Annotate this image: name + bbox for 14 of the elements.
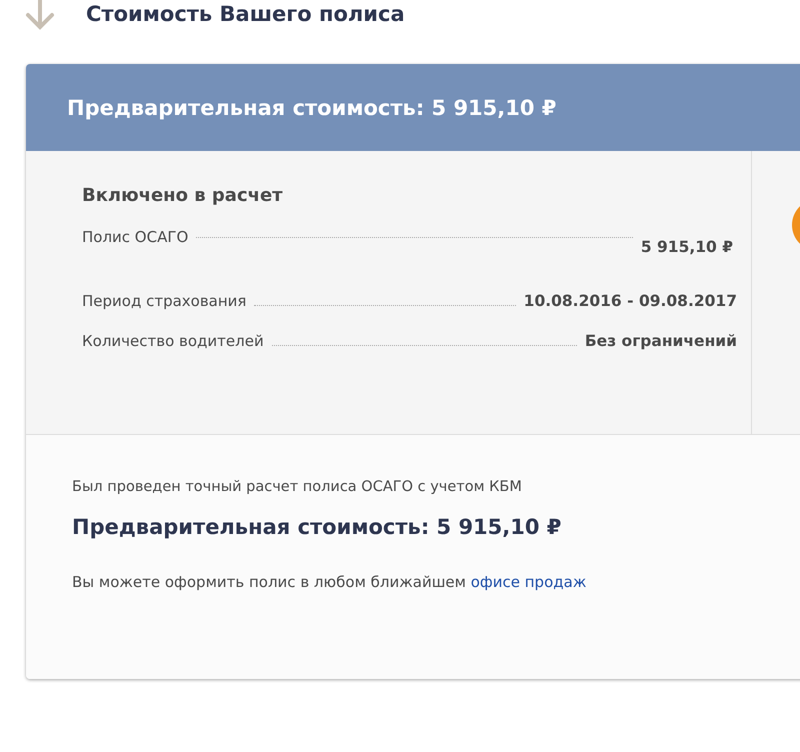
header-price: Предварительная стоимость: 5 915,10 ₽ [67,96,556,120]
row-value: Без ограничений [584,332,737,350]
row-value: 5 915,10 ₽ [640,238,733,256]
row-value: 10.08.2016 - 09.08.2017 [524,292,737,310]
calculation-note: Был проведен точный расчет полиса ОСАГО с учетом КБМ [72,479,523,495]
section-heading: Стоимость Вашего полиса [86,2,405,26]
row-label: Количество водителей [82,332,264,350]
sales-office-link[interactable]: офисе продаж [470,573,586,591]
row-label: Полис ОСАГО [82,228,188,246]
info-text: Вы можете оформить полис в любом ближайшем офисе продаж [72,573,588,591]
total-price: Предварительная стоимость: 5 915,10 ₽ [72,515,562,539]
section-title: Включено в расчет [82,185,284,206]
row-label: Период страхования [82,292,246,310]
down-arrow-icon [24,0,56,31]
